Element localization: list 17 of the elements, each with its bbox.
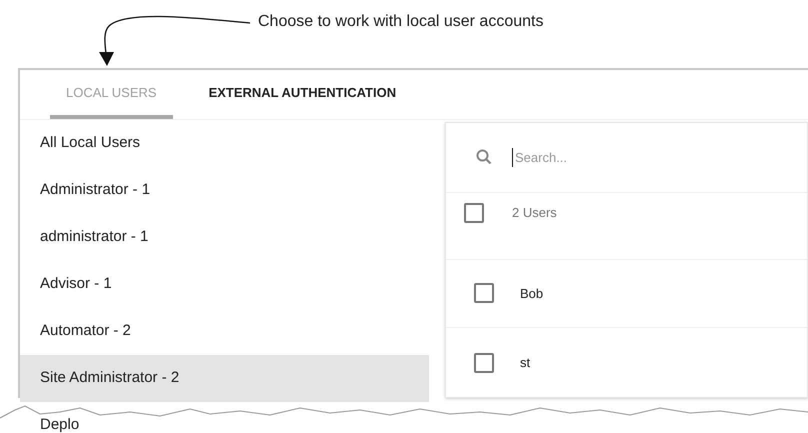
group-item[interactable]: Deplo <box>20 402 429 433</box>
group-item[interactable]: administrator - 1 <box>20 214 429 261</box>
user-name: Bob <box>520 284 544 303</box>
group-item[interactable]: Administrator - 1 <box>20 167 429 214</box>
group-item[interactable]: Advisor - 1 <box>20 261 429 308</box>
checkbox[interactable] <box>474 283 494 304</box>
group-item[interactable]: Site Administrator - 2 <box>20 355 429 402</box>
checkbox[interactable] <box>464 202 484 223</box>
search-icon <box>476 149 492 166</box>
tab[interactable]: EXTERNAL AUTHENTICATION <box>192 70 412 119</box>
user-name: st <box>520 354 530 372</box>
annotation-text: Choose to work with local user accounts <box>258 12 544 32</box>
search-field[interactable]: Search... <box>512 148 712 168</box>
group-item[interactable]: All Local Users <box>20 120 429 167</box>
user-count: 2 Users <box>512 204 557 222</box>
group-item[interactable]: Automator - 2 <box>20 308 429 355</box>
checkbox[interactable] <box>474 352 494 373</box>
